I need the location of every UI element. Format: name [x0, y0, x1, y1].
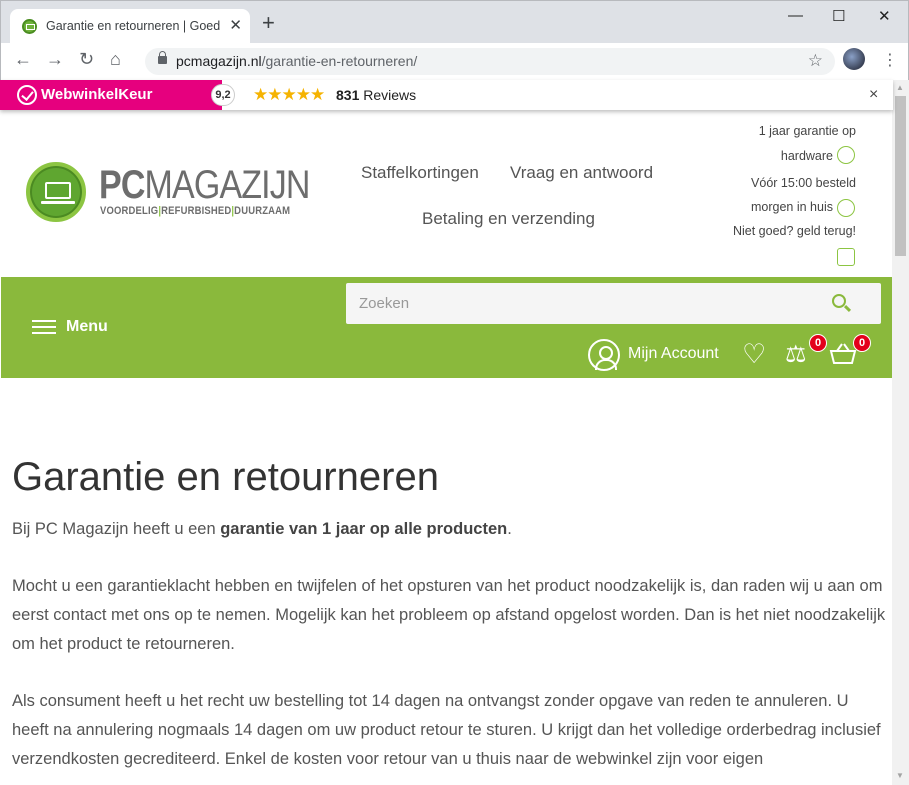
warranty-ribbon-icon: [837, 146, 855, 164]
rating-score-badge: 9,2: [211, 84, 235, 106]
webwinkelkeur-check-icon: [17, 85, 37, 105]
usp-delivery-line1: Vóór 15:00 besteld: [751, 176, 856, 190]
webwinkelkeur-name: WebwinkelKeur: [41, 86, 153, 103]
nav-vraag-en-antwoord[interactable]: Vraag en antwoord: [510, 163, 653, 183]
main-content: Garantie en retourneren Bij PC Magazijn …: [12, 453, 887, 785]
webwinkelkeur-close-icon[interactable]: ×: [869, 86, 878, 104]
browser-toolbar: ← → ↻ ⌂ pcmagazijn.nl/garantie-en-retour…: [0, 43, 909, 80]
logo-tagline: VOORDELIG|REFURBISHED|DUURZAAM: [100, 205, 291, 217]
wishlist-heart-icon[interactable]: ♡: [742, 339, 766, 369]
browser-menu-icon[interactable]: ⋮: [882, 50, 898, 70]
nav-betaling-en-verzending[interactable]: Betaling en verzending: [422, 209, 595, 229]
compare-scale-icon[interactable]: ⚖: [785, 341, 807, 369]
warranty-paragraph: Bij PC Magazijn heeft u een garantie van…: [12, 520, 512, 538]
search-icon[interactable]: [832, 294, 846, 308]
account-user-icon[interactable]: [588, 339, 620, 371]
scroll-down-arrow-icon[interactable]: ▼: [896, 771, 904, 780]
nav-staffelkortingen[interactable]: Staffelkortingen: [361, 163, 479, 183]
search-input[interactable]: [346, 283, 816, 324]
maximize-button[interactable]: ☐: [832, 7, 845, 25]
site-favicon-icon: [22, 19, 37, 34]
url-text[interactable]: pcmagazijn.nl/garantie-en-retourneren/: [176, 53, 417, 69]
account-link[interactable]: Mijn Account: [628, 345, 719, 363]
money-back-icon: [837, 248, 855, 266]
delivery-truck-icon: [837, 199, 855, 217]
usp-warranty-line1: 1 jaar garantie op: [758, 124, 856, 138]
lock-icon[interactable]: [158, 51, 167, 64]
laptop-icon: [45, 182, 71, 199]
review-count[interactable]: 831 Reviews: [336, 87, 416, 103]
minimize-button[interactable]: —: [788, 7, 803, 24]
scrollbar-thumb[interactable]: [895, 96, 906, 256]
page-scrollbar[interactable]: ▲ ▼: [892, 80, 909, 785]
complaint-paragraph: Mocht u een garantieklacht hebben en twi…: [12, 577, 886, 653]
cart-count-badge: 0: [853, 334, 871, 352]
close-window-button[interactable]: ✕: [878, 7, 891, 25]
page-title: Garantie en retourneren: [12, 455, 439, 499]
hamburger-menu-icon[interactable]: [32, 320, 56, 336]
menu-label[interactable]: Menu: [66, 318, 108, 336]
reload-icon[interactable]: ↻: [79, 49, 94, 70]
profile-avatar[interactable]: [843, 48, 865, 70]
address-bar[interactable]: pcmagazijn.nl/garantie-en-retourneren/ ☆: [145, 48, 835, 75]
home-icon[interactable]: ⌂: [110, 49, 121, 70]
bookmark-star-icon[interactable]: ☆: [808, 51, 823, 71]
webwinkelkeur-brand[interactable]: WebwinkelKeur: [0, 80, 222, 110]
browser-tab-bar: Garantie en retourneren | Goed g ✕ + — ☐…: [0, 0, 909, 44]
compare-count-badge: 0: [809, 334, 827, 352]
pcmagazijn-logo-icon[interactable]: [26, 162, 86, 222]
webwinkelkeur-bar[interactable]: WebwinkelKeur 9,2 ★★★★★ 831 Reviews ×: [0, 80, 893, 110]
usp-money-back: Niet goed? geld terug!: [732, 224, 856, 238]
tab-title: Garantie en retourneren | Goed g: [46, 19, 222, 33]
tab-close-icon[interactable]: ✕: [229, 16, 242, 34]
site-logo-text[interactable]: PCMAGAZIJN: [99, 165, 310, 205]
usp-delivery-line2: morgen in huis: [751, 200, 833, 214]
forward-icon[interactable]: →: [46, 49, 64, 70]
cancellation-paragraph: Als consument heeft u het recht uw beste…: [12, 692, 881, 768]
rating-stars-icon: ★★★★★: [253, 85, 325, 104]
back-icon[interactable]: ←: [14, 49, 32, 70]
browser-tab[interactable]: Garantie en retourneren | Goed g ✕: [10, 9, 250, 44]
main-green-bar: Menu Mijn Account ♡ ⚖ 0 0: [1, 277, 892, 378]
search-box[interactable]: [346, 283, 881, 324]
scroll-up-arrow-icon[interactable]: ▲: [896, 83, 904, 92]
new-tab-button[interactable]: +: [262, 12, 275, 34]
web-page: PCMAGAZIJN VOORDELIG|REFURBISHED|DUURZAA…: [1, 110, 892, 785]
usp-warranty-line2: hardware: [780, 149, 833, 163]
